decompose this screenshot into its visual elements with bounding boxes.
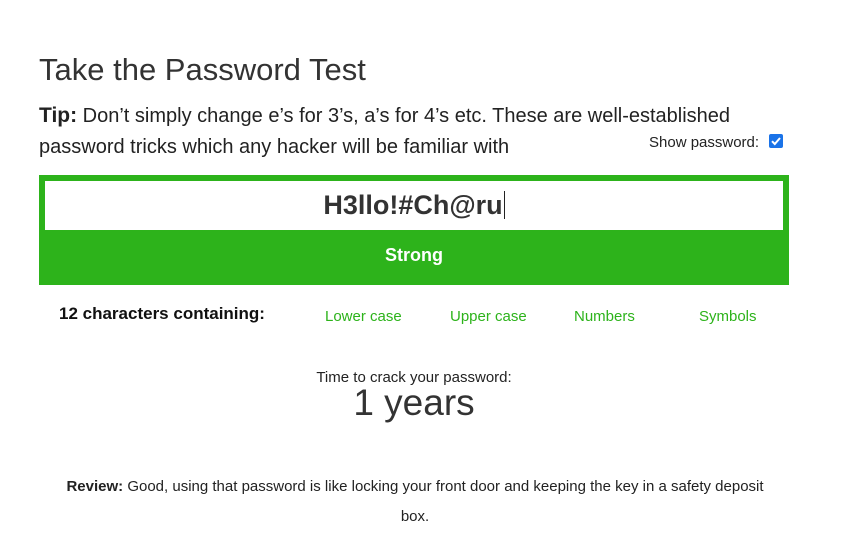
text-caret [503,191,505,219]
password-value: H3llo!#Ch@ru [323,190,503,220]
criteria-summary: 12 characters containing: [59,304,265,323]
tip-label: Tip: [39,104,78,127]
review-text: Review: Good, using that password is lik… [60,472,770,532]
criteria-lower-case: Lower case [325,308,402,325]
show-password-toggle[interactable]: Show password: [649,133,784,151]
page-title: Take the Password Test [39,52,366,87]
strength-label: Strong [385,245,443,265]
password-input[interactable]: H3llo!#Ch@ru [45,181,783,230]
crack-time-value: 1 years [353,382,475,423]
show-password-label: Show password: [649,134,760,151]
criteria-numbers: Numbers [574,308,635,325]
criteria-upper-case: Upper case [450,308,527,325]
strength-meter: H3llo!#Ch@ru Strong [39,175,789,285]
review-body: Good, using that password is like lockin… [127,478,764,525]
tip-body: Don’t simply change e’s for 3’s, a’s for… [39,105,731,158]
show-password-checkbox[interactable] [769,133,784,148]
tip-text: Tip: Don’t simply change e’s for 3’s, a’… [39,100,759,163]
criteria-symbols: Symbols [699,308,757,325]
review-label: Review: [66,478,124,495]
checkmark-icon [771,136,781,145]
